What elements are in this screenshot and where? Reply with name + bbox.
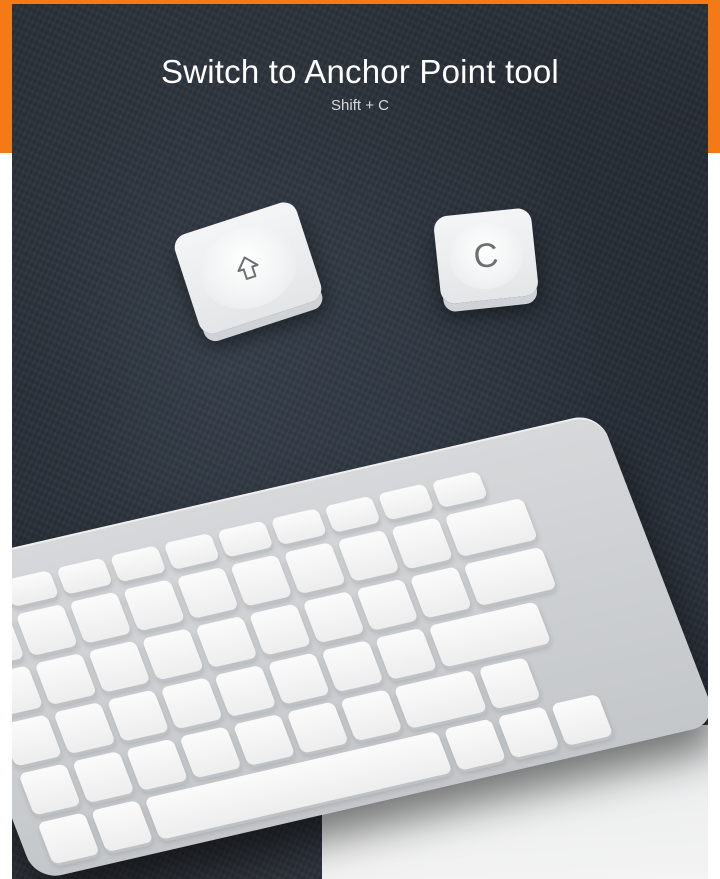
keyboard-key bbox=[229, 554, 293, 607]
shortcut-card: logi bbox=[0, 0, 720, 879]
keyboard-key bbox=[550, 693, 614, 747]
keyboard-key bbox=[34, 652, 98, 706]
keyboard-key bbox=[283, 542, 347, 595]
keyboard-key bbox=[195, 615, 258, 669]
shift-arrow-icon bbox=[237, 256, 259, 280]
keyboard-key bbox=[90, 799, 154, 853]
c-keycap-dish: C bbox=[445, 218, 527, 294]
keyboard-photo: logi bbox=[12, 4, 708, 879]
keyboard-key bbox=[390, 517, 454, 570]
keyboard-key bbox=[443, 718, 507, 771]
keyboard-key bbox=[125, 738, 189, 791]
keyboard-key bbox=[12, 714, 63, 767]
keyboard-key bbox=[71, 750, 135, 804]
keyboard-key bbox=[248, 603, 312, 656]
page-title: Switch to Anchor Point tool bbox=[161, 53, 559, 90]
keyboard-key bbox=[463, 546, 557, 607]
keyboard-key bbox=[15, 603, 79, 657]
header: Switch to Anchor Point tool Shift + C bbox=[0, 52, 720, 116]
keyboard-key bbox=[87, 640, 151, 693]
keyboard-key bbox=[69, 591, 132, 644]
keyboard-key bbox=[478, 657, 541, 710]
keyboard-key bbox=[339, 689, 403, 742]
keyboard-key bbox=[160, 677, 224, 730]
keyboard-key bbox=[409, 566, 473, 619]
shortcut-label: Shift + C bbox=[331, 97, 389, 114]
keyboard-key bbox=[374, 627, 438, 680]
keyboard-key bbox=[179, 726, 242, 779]
keyboard-key bbox=[232, 713, 296, 767]
keyboard-key bbox=[122, 579, 186, 632]
keyboard-key bbox=[497, 706, 560, 759]
keyboard-key bbox=[337, 529, 400, 582]
keyboard-key bbox=[213, 664, 277, 718]
keyboard-key bbox=[106, 689, 170, 742]
shift-keycap-dish bbox=[189, 215, 307, 321]
keyboard-key bbox=[321, 640, 384, 693]
keyboard-key bbox=[286, 701, 350, 754]
c-key-label: C bbox=[471, 235, 501, 277]
keyboard-key bbox=[53, 701, 116, 755]
keyboard-key bbox=[176, 566, 239, 620]
c-keycap: C bbox=[432, 207, 540, 305]
keyboard-key bbox=[267, 652, 331, 705]
keyboard-key bbox=[444, 497, 539, 558]
keyboard-key bbox=[141, 628, 205, 681]
keyboard-key bbox=[393, 669, 488, 730]
keyboard-key bbox=[302, 591, 365, 644]
keyboard-key bbox=[355, 578, 419, 631]
